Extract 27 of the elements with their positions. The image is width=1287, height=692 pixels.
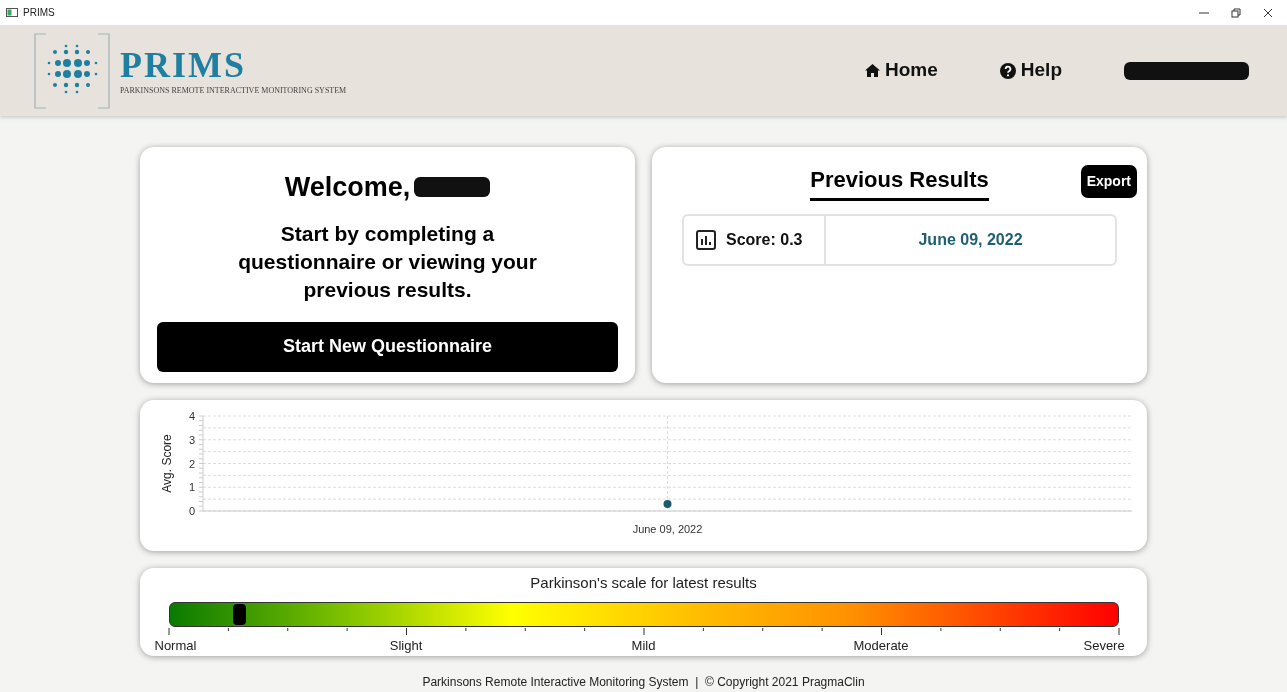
y-tick-label: 0 xyxy=(188,505,195,517)
scale-title: Parkinson's scale for latest results xyxy=(530,573,757,593)
y-tick-label: 2 xyxy=(188,457,195,470)
result-row[interactable]: Score: 0.3 June 09, 2022 xyxy=(682,214,1117,266)
logo-text: PRIMS xyxy=(120,46,247,83)
previous-results-tab[interactable]: Previous Results xyxy=(810,163,989,201)
start-questionnaire-button[interactable]: Start New Questionnaire xyxy=(157,321,618,372)
scale-label: Slight xyxy=(389,636,423,655)
nav-link[interactable]: Home xyxy=(865,56,938,85)
logo-tagline: PARKINSONS REMOTE INTERACTIVE MONITORING SYSTEM xyxy=(120,85,347,95)
x-tick-label: June 09, 2022 xyxy=(632,523,703,535)
scale-label: Moderate xyxy=(853,636,909,655)
export-button[interactable]: Export xyxy=(1080,165,1137,198)
y-tick-label: 1 xyxy=(188,481,195,494)
scale-label: Normal xyxy=(154,636,197,655)
footer-text: Parkinsons Remote Interactive Monitoring System | © Copyright 2021 PragmaClin xyxy=(422,674,865,691)
y-axis-label: Avg. Score xyxy=(160,434,174,493)
result-date: June 09, 2022 xyxy=(918,230,1023,250)
nav-link[interactable]: Help xyxy=(999,56,1062,85)
window-title: PRIMS xyxy=(23,6,55,20)
scale-label: Severe xyxy=(1083,636,1125,655)
scale-label: Mild xyxy=(631,636,656,655)
result-score: Score: 0.3 xyxy=(726,230,803,250)
welcome-heading: Welcome, xyxy=(284,171,411,204)
welcome-message: Start by completing a questionnaire or viewing your previous results. xyxy=(237,220,538,303)
y-tick-label: 3 xyxy=(188,433,195,446)
y-tick-label: 4 xyxy=(188,410,195,422)
